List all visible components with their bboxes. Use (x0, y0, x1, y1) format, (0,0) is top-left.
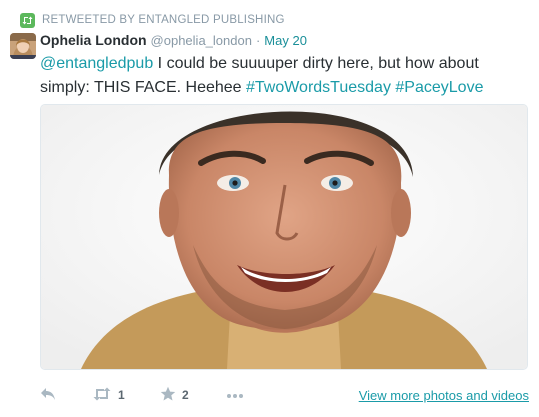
avatar[interactable] (10, 33, 36, 59)
reply-button[interactable] (40, 387, 92, 404)
favorite-count: 2 (182, 388, 189, 402)
tweet-header: Ophelia London @ophelia_london · May 20 (40, 32, 307, 50)
author-name[interactable]: Ophelia London (40, 32, 147, 48)
retweet-icon (92, 387, 112, 404)
more-button[interactable] (226, 388, 244, 402)
author-username[interactable]: @ophelia_london (151, 33, 252, 48)
tweet-timestamp[interactable]: May 20 (264, 33, 307, 48)
tweet-actions: 1 2 View more photos and videos (40, 380, 529, 410)
favorite-button[interactable]: 2 (160, 386, 226, 405)
hashtag-link-paceylove[interactable]: #PaceyLove (395, 79, 483, 96)
more-icon (226, 388, 244, 402)
tweet-text: @entangledpub I could be suuuuper dirty … (40, 52, 530, 100)
retweet-context-label: RETWEETED BY ENTANGLED PUBLISHING (42, 14, 285, 26)
retweet-context: RETWEETED BY ENTANGLED PUBLISHING (20, 12, 285, 28)
hashtag-link-twowordstuesday[interactable]: #TwoWordsTuesday (246, 79, 391, 96)
tweet-photo[interactable] (40, 104, 528, 370)
retweet-count: 1 (118, 388, 125, 402)
mention-link[interactable]: @entangledpub (40, 55, 153, 72)
retweet-button[interactable]: 1 (92, 387, 160, 404)
star-icon (160, 386, 176, 405)
retweet-icon (20, 12, 35, 28)
header-separator: · (255, 33, 261, 48)
view-more-photos-link[interactable]: View more photos and videos (359, 388, 529, 403)
reply-icon (40, 387, 56, 404)
